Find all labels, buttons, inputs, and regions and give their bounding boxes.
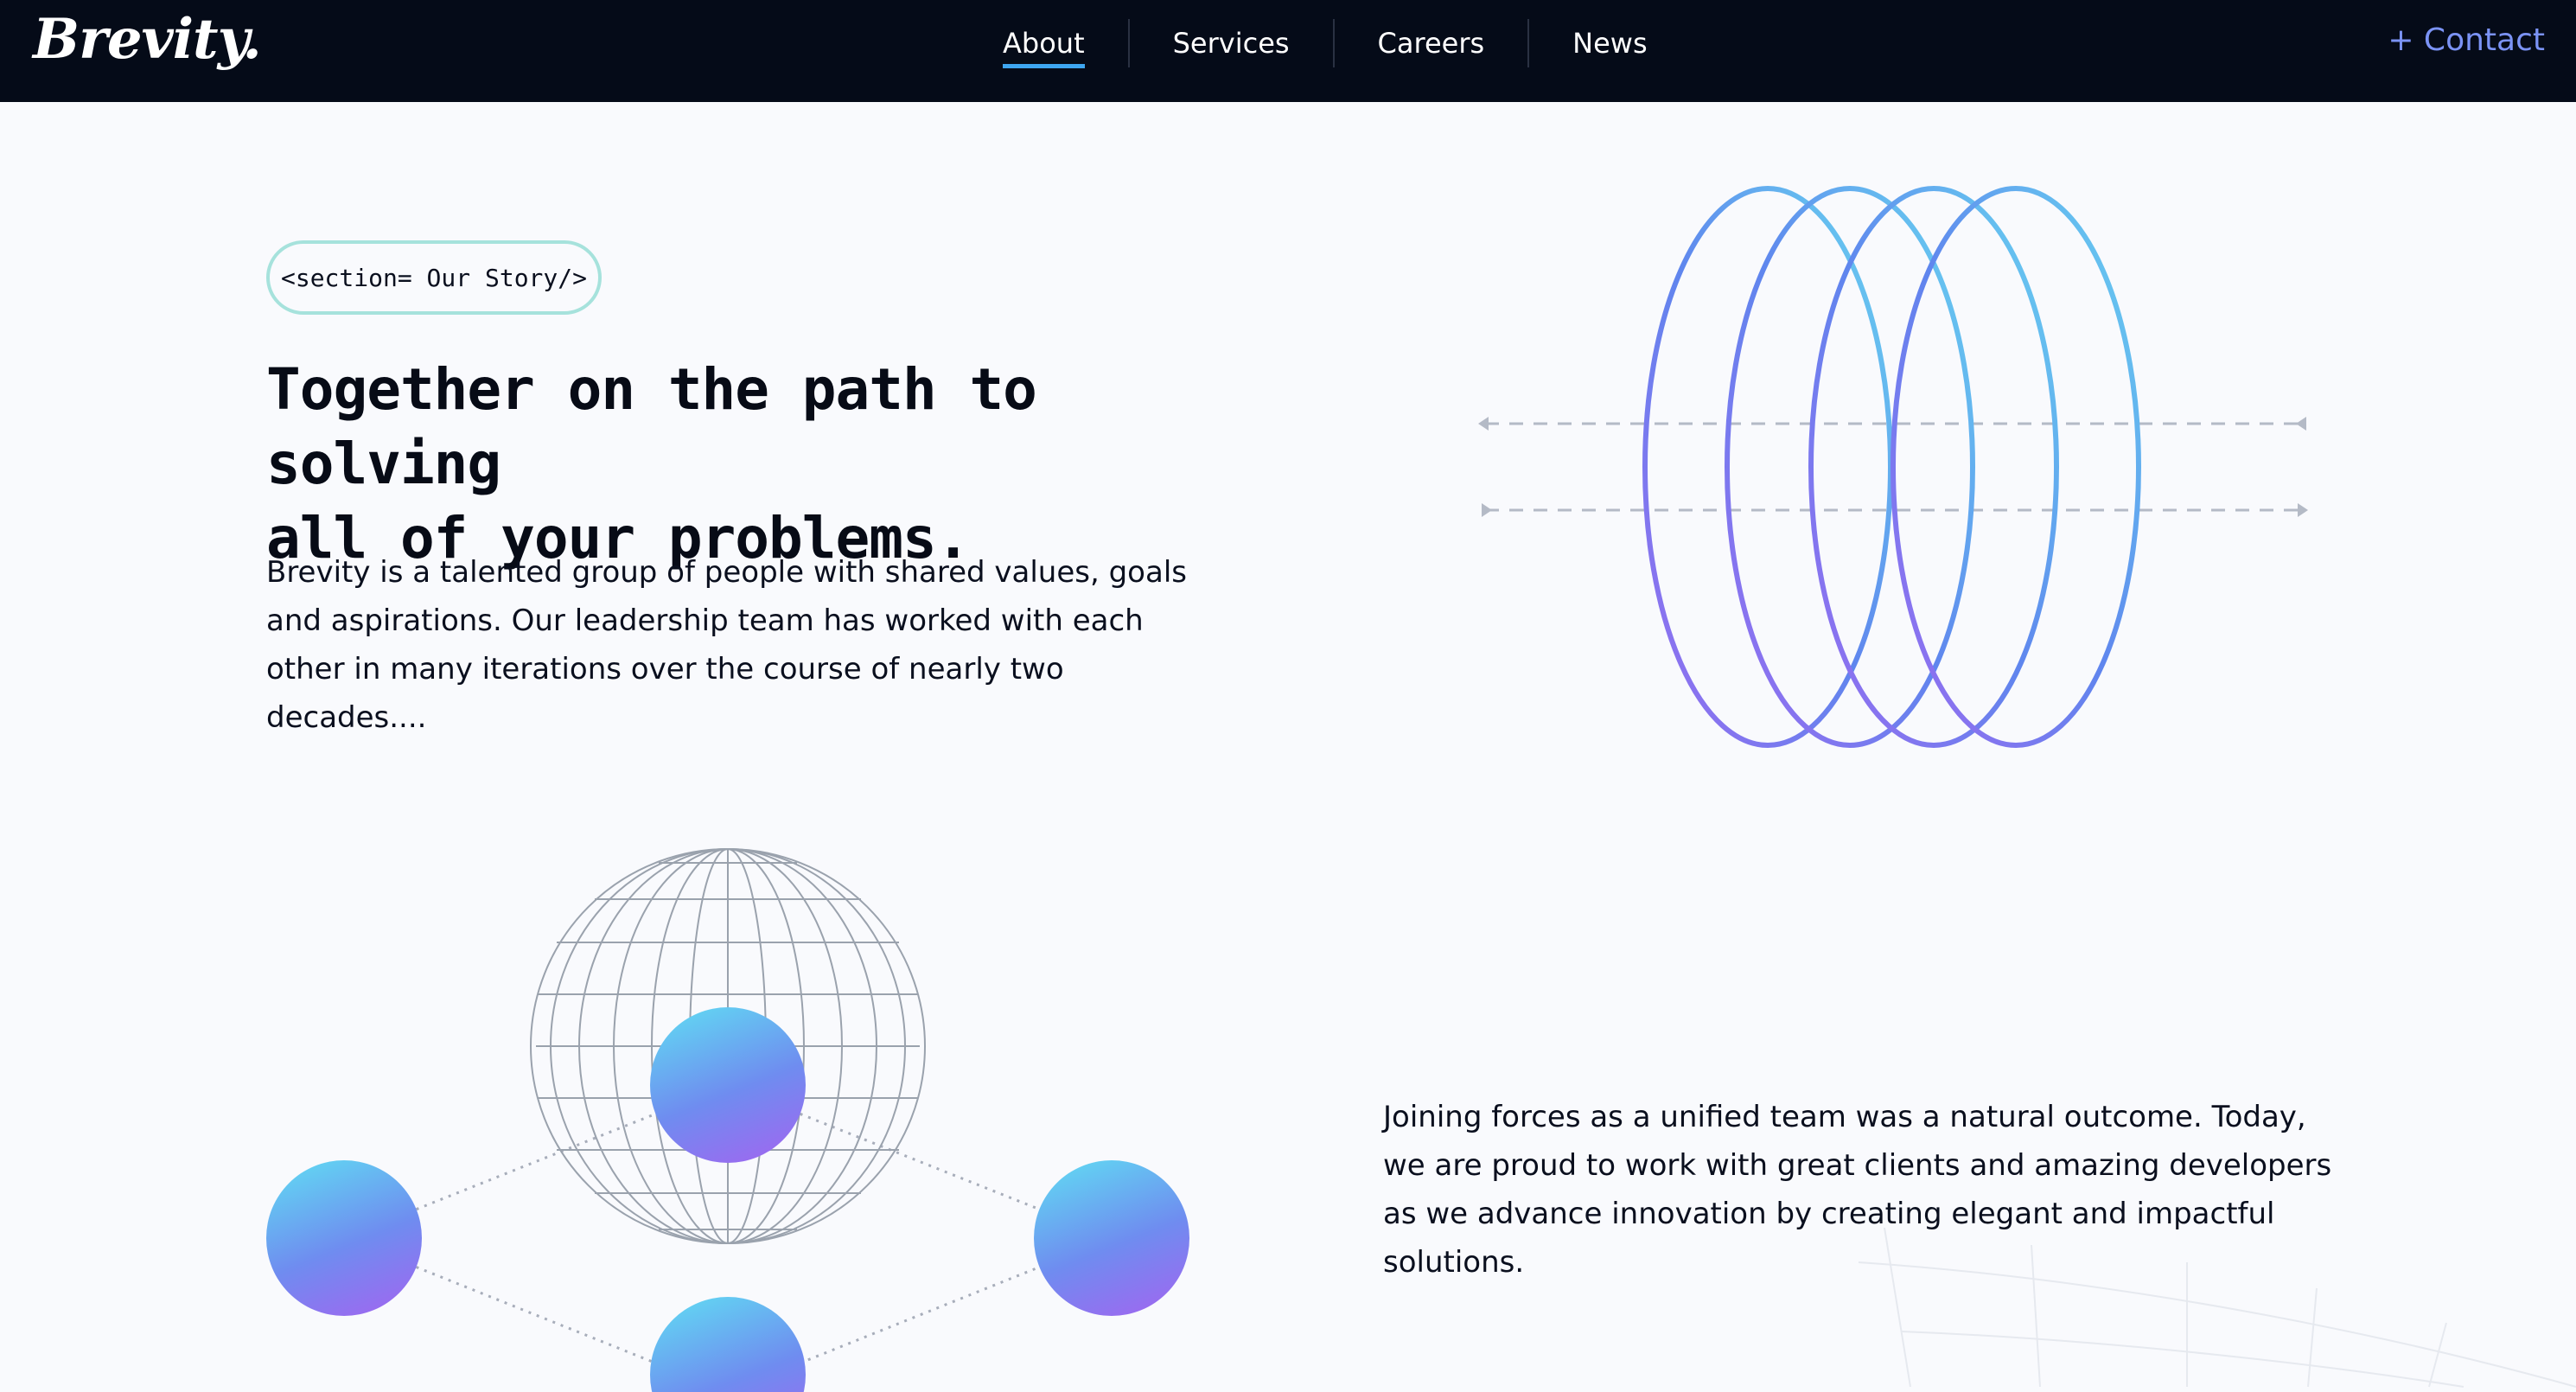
contact-link[interactable]: + Contact [2388, 22, 2545, 58]
ring-shape [1808, 186, 2059, 748]
section-tag-badge: <section= Our Story/> [266, 240, 602, 315]
arrow-right-icon [1482, 503, 1492, 517]
ring-shape [1725, 186, 1975, 748]
brand-logo[interactable]: Brevity. [33, 7, 262, 72]
globe-network-illustration [266, 848, 1189, 1392]
hero-headline-line-1: Together on the path to solving [266, 356, 1037, 497]
arrow-left-icon [1478, 417, 1489, 431]
ring-shape [1642, 186, 1893, 748]
hero-headline: Together on the path to solving all of y… [266, 353, 1217, 576]
nav-news-link[interactable]: News [1529, 27, 1690, 60]
arrow-right-icon [2298, 503, 2308, 517]
gradient-sphere [266, 1160, 422, 1316]
nav-careers-link[interactable]: Careers [1335, 27, 1528, 60]
gradient-sphere [1034, 1160, 1189, 1316]
main-nav: About Services Careers News [1003, 19, 1691, 68]
rings-illustration [1478, 186, 2308, 748]
top-navigation-bar: Brevity. About Services Careers News + C… [0, 0, 2576, 102]
nav-services-link[interactable]: Services [1130, 27, 1333, 60]
hero-paragraph: Brevity is a talented group of people wi… [266, 555, 1187, 735]
ring-shape [1891, 186, 2141, 748]
gradient-sphere [650, 1007, 806, 1163]
arrow-left-icon [2296, 417, 2306, 431]
gradient-sphere [650, 1297, 806, 1392]
nav-about-link[interactable]: About [1003, 27, 1128, 68]
team-paragraph: Joining forces as a unified team was a n… [1383, 1100, 2332, 1280]
